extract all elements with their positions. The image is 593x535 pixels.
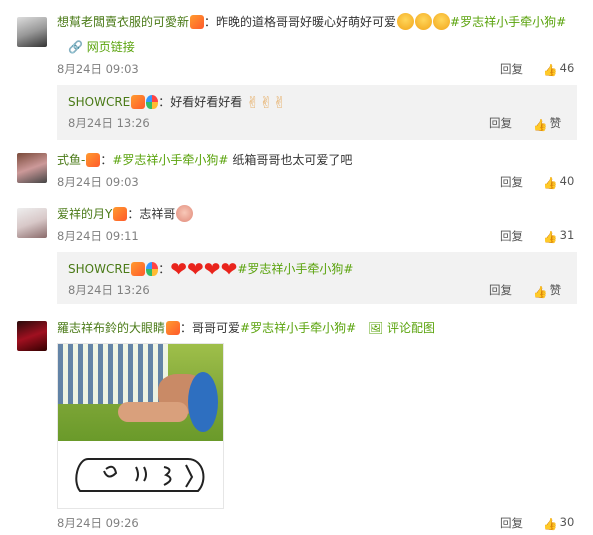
reply-button[interactable]: 回复 (500, 515, 523, 531)
comment-picture-label: 评论配图 (387, 321, 436, 335)
like-label: 赞 (549, 116, 562, 130)
username[interactable]: 式鱼- (57, 153, 85, 167)
username[interactable]: 羅志祥布鈴的大眼睛 (57, 321, 165, 335)
like-count: 31 (559, 228, 575, 242)
comment-text: 纸箱哥哥也太可爱了吧 (232, 153, 353, 167)
comment-line: 爱祥的月Y ：志祥哥 (57, 205, 194, 222)
vip-badge-icon (190, 15, 205, 29)
reply-username[interactable]: SHOWCRE (68, 262, 130, 276)
reply-line: SHOWCRE ：❤❤❤❤#罗志祥小手牵小狗# (68, 257, 353, 281)
comment-time: 8月24日 09:11 (57, 229, 139, 243)
laugh-cry-emoji-icon (397, 13, 415, 30)
heart-emoji-icon: ❤ (203, 257, 221, 281)
photo-area (58, 344, 223, 441)
like-button[interactable]: 👍 40 (543, 174, 575, 190)
like-button[interactable]: 👍 30 (543, 515, 575, 531)
comment-time: 8月24日 09:26 (57, 516, 139, 530)
pig-emoji-icon (176, 205, 194, 222)
reply-button[interactable]: 回复 (500, 61, 523, 77)
victory-hand-emoji-icon: ✌ (259, 93, 273, 112)
username[interactable]: 爱祥的月Y (57, 207, 112, 221)
doodle-drawing (75, 458, 205, 492)
balloon-badge-icon (146, 95, 159, 109)
like-count: 46 (559, 61, 575, 75)
thumbs-up-icon: 👍 (543, 63, 558, 77)
reply-button[interactable]: 回复 (489, 282, 512, 298)
reply-time: 8月24日 13:26 (68, 283, 150, 297)
reply-button[interactable]: 回复 (500, 174, 523, 190)
reply-text: ：好看好看好看 (158, 95, 243, 109)
reply-button[interactable]: 回复 (489, 115, 512, 131)
heart-emoji-icon: ❤ (187, 257, 204, 281)
vip-badge-icon (131, 262, 146, 276)
comment-line: 式鱼- ：#罗志祥小手牵小狗# 纸箱哥哥也太可爱了吧 (57, 153, 353, 167)
like-label: 赞 (549, 283, 562, 297)
like-count: 40 (559, 174, 575, 188)
comment-time: 8月24日 09:03 (57, 62, 139, 76)
thumbs-up-icon: 👍 (543, 230, 558, 244)
topic-link[interactable]: #罗志祥小手牵小狗# (112, 153, 228, 167)
comment-text: ：昨晚的道格哥哥好暖心好萌好可爱 (204, 15, 397, 29)
comment-text: ：志祥哥 (127, 207, 176, 221)
username[interactable]: 想幫老闆賣衣服的可愛新 (57, 15, 189, 29)
web-link[interactable]: 🔗 网页链接 (68, 38, 135, 55)
comment-line: 羅志祥布鈴的大眼睛 ：哥哥可爱#罗志祥小手牵小狗# 🖼 评论配图 (57, 319, 435, 336)
vip-badge-icon (113, 207, 128, 221)
reply-button[interactable]: 回复 (500, 228, 523, 244)
avatar[interactable] (17, 17, 47, 47)
laugh-cry-emoji-icon (415, 13, 433, 30)
avatar[interactable] (17, 208, 47, 238)
topic-link[interactable]: #罗志祥小手牵小狗# (237, 262, 353, 276)
reply-time: 8月24日 13:26 (68, 116, 150, 130)
avatar[interactable] (17, 321, 47, 351)
reply-text: ： (158, 262, 171, 276)
reply-username[interactable]: SHOWCRE (68, 95, 130, 109)
link-icon: 🔗 (68, 40, 83, 54)
reply-box: SHOWCRE ：❤❤❤❤#罗志祥小手牵小狗# 8月24日 13:26 回复 👍 … (57, 252, 577, 304)
drawing-area (58, 441, 223, 508)
comment-image[interactable] (57, 343, 224, 509)
comment-text: ：哥哥可爱 (180, 321, 241, 335)
balloon-badge-icon (146, 262, 159, 276)
vip-badge-icon (86, 153, 101, 167)
comment-time: 8月24日 09:03 (57, 175, 139, 189)
like-count: 30 (559, 515, 575, 529)
avatar[interactable] (17, 153, 47, 183)
reply-box: SHOWCRE ：好看好看好看 ✌✌✌ 8月24日 13:26 回复 👍 赞 (57, 85, 577, 140)
thumbs-up-icon: 👍 (543, 176, 558, 190)
like-button[interactable]: 👍 46 (543, 61, 575, 77)
comment-line: 想幫老闆賣衣服的可愛新 ：昨晚的道格哥哥好暖心好萌好可爱 #罗志祥小手牵小狗# (57, 13, 566, 30)
web-link-label: 网页链接 (86, 40, 135, 54)
victory-hand-emoji-icon: ✌ (246, 93, 260, 112)
topic-link[interactable]: #罗志祥小手牵小狗# (450, 15, 566, 29)
like-button[interactable]: 👍 赞 (533, 115, 562, 132)
laugh-cry-emoji-icon (433, 13, 451, 30)
vip-badge-icon (131, 95, 146, 109)
heart-emoji-icon: ❤ (170, 257, 188, 281)
like-button[interactable]: 👍 31 (543, 228, 575, 244)
thumbs-up-icon: 👍 (533, 285, 548, 299)
vip-badge-icon (166, 321, 181, 335)
like-button[interactable]: 👍 赞 (533, 282, 562, 299)
thumbs-up-icon: 👍 (543, 517, 558, 531)
heart-emoji-icon: ❤ (220, 257, 238, 281)
image-icon: 🖼 (367, 321, 384, 335)
thumbs-up-icon: 👍 (533, 118, 548, 132)
victory-hand-emoji-icon: ✌ (272, 93, 287, 112)
reply-line: SHOWCRE ：好看好看好看 ✌✌✌ (68, 93, 286, 112)
topic-link[interactable]: #罗志祥小手牵小狗# (240, 321, 356, 335)
comment-picture-link[interactable]: 🖼 评论配图 (368, 321, 435, 335)
